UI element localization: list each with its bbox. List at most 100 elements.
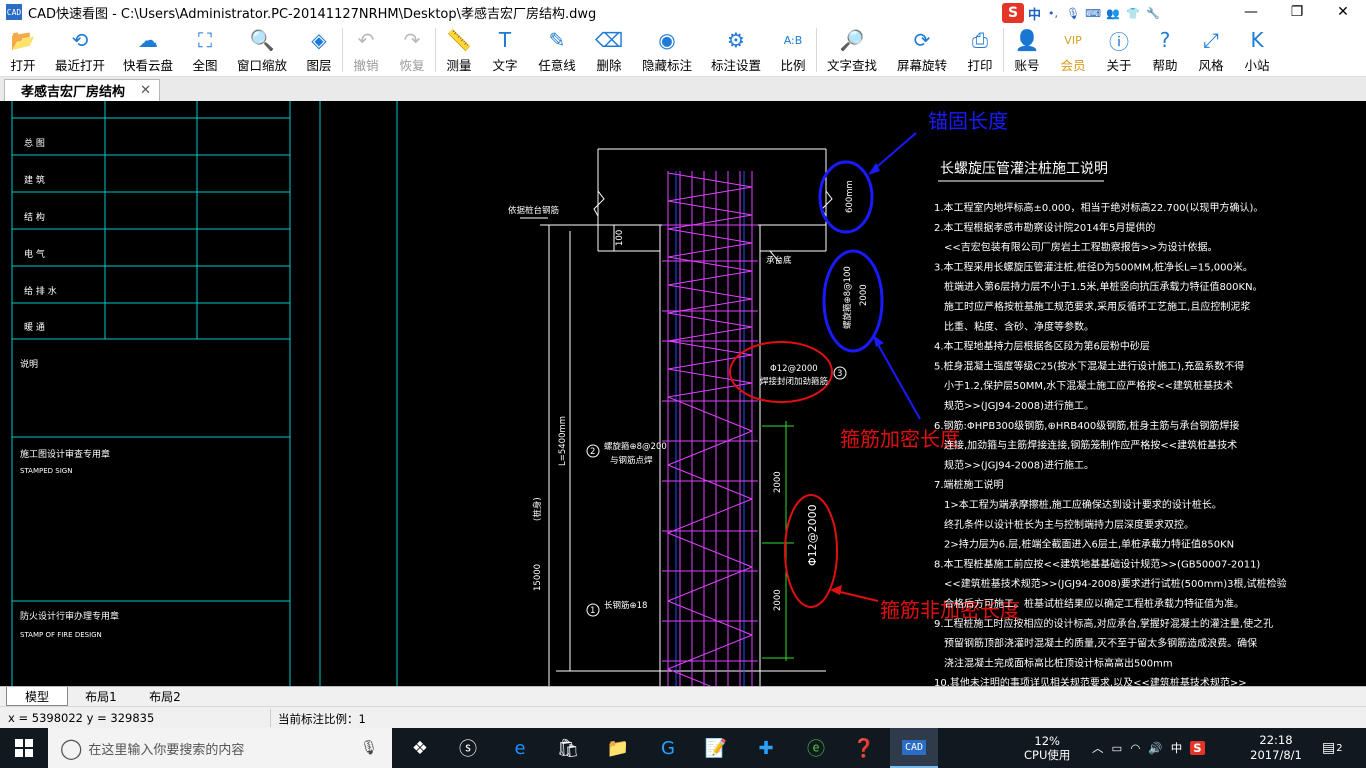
start-button[interactable] xyxy=(0,728,48,768)
notification-center[interactable]: ▤ 2 xyxy=(1322,728,1343,768)
spiral-stirrup xyxy=(667,284,753,300)
toolbar-button-15[interactable]: 🔎 文字查找 xyxy=(817,24,887,76)
minimize-button[interactable]: — xyxy=(1228,0,1274,24)
toolbar-label: 撤销 xyxy=(353,58,379,73)
chevron-up-icon[interactable]: ︿ xyxy=(1092,740,1104,756)
shirt-icon[interactable]: 👕 xyxy=(1125,6,1141,20)
user-group-icon[interactable]: 👥 xyxy=(1105,6,1121,20)
task-view-icon[interactable]: ❖ xyxy=(396,728,444,768)
section-labels: 依据桩台钢筋 承台底 600mm 100 螺旋箍⊕8@100 2000 Φ12@… xyxy=(508,180,869,617)
ime-toolbar[interactable]: S 中 •, 🎙 ⌨ 👥 👕 🔧 xyxy=(1002,2,1184,24)
ime-tray-label[interactable]: 中 xyxy=(1171,740,1183,756)
ime-language[interactable]: 中 xyxy=(1028,4,1041,23)
app-swirl-icon[interactable]: ⓢ xyxy=(444,728,492,768)
toolbar-label: 屏幕旋转 xyxy=(896,58,947,73)
toolbar-button-11[interactable]: ⌫ 删除 xyxy=(586,24,632,76)
dimension-lines xyxy=(762,421,794,661)
toolbar-button-6[interactable]: ↶ 撤销 xyxy=(343,24,389,76)
tab-layout1[interactable]: 布局1 xyxy=(70,687,132,706)
toolbar-label: 快看云盘 xyxy=(122,58,173,73)
toolbar-button-7[interactable]: ↷ 恢复 xyxy=(389,24,435,76)
toolbar-button-19[interactable]: VIP 会员 xyxy=(1050,24,1096,76)
toolbar-label: 账号 xyxy=(1014,58,1040,73)
spec-title: 长螺旋压管灌注桩施工说明 xyxy=(940,160,1108,177)
status-bar: x = 5398022 y = 329835 当前标注比例：1 xyxy=(0,706,1366,728)
zoom-window-icon: 🔍 xyxy=(249,28,275,52)
label-cap-bottom: 承台底 xyxy=(766,255,792,266)
store-icon[interactable]: 🛍 xyxy=(544,728,592,768)
app-plus-icon[interactable]: ✚ xyxy=(742,728,790,768)
toolbar-button-21[interactable]: ? 帮助 xyxy=(1142,24,1188,76)
tab-model[interactable]: 模型 xyxy=(6,687,68,706)
toolbar-button-5[interactable]: ◈ 图层 xyxy=(296,24,342,76)
user-icon: 👤 xyxy=(1014,28,1040,52)
cad-viewer-taskbar-icon[interactable]: CAD xyxy=(890,728,938,768)
label-c1: 1 xyxy=(590,606,595,616)
info-icon: ⓘ xyxy=(1109,29,1129,54)
wifi-icon[interactable]: ◠ xyxy=(1130,741,1140,755)
toolbar-button-17[interactable]: ⎙ 打印 xyxy=(957,24,1003,76)
ime-punct[interactable]: •, xyxy=(1045,6,1061,20)
spiral-stirrup xyxy=(667,228,753,244)
toolbar-button-0[interactable]: 📂 打开 xyxy=(0,24,46,76)
toolbar-button-3[interactable]: ⛶ 全图 xyxy=(182,24,228,76)
sogou-tray-icon[interactable]: S xyxy=(1190,741,1205,755)
spec-line: 6.钢筋:ΦHPB300级钢筋,⊕HRB400级钢筋,桩身主筋与承台钢筋焊接 xyxy=(934,419,1239,432)
network-icon[interactable]: ▭ xyxy=(1112,741,1123,755)
cpu-usage[interactable]: 12% CPU使用 xyxy=(1024,728,1070,768)
file-explorer-icon[interactable]: 📁 xyxy=(594,728,642,768)
toolbar-label: 任意线 xyxy=(538,58,576,73)
tab-close-icon[interactable]: ✕ xyxy=(140,83,151,98)
toolbar-button-22[interactable]: ⤢ 风格 xyxy=(1188,24,1234,76)
clock[interactable]: 22:18 2017/8/1 xyxy=(1246,728,1306,768)
toolbar-button-18[interactable]: 👤 账号 xyxy=(1004,24,1050,76)
microphone-icon[interactable]: 🎙 xyxy=(1065,6,1081,20)
toolbar-button-16[interactable]: ⟳ 屏幕旋转 xyxy=(887,24,957,76)
redo-icon: ↷ xyxy=(403,28,421,52)
toolbar-button-8[interactable]: 📏 测量 xyxy=(436,24,482,76)
toolbar-button-1[interactable]: ⟲ 最近打开 xyxy=(46,24,114,76)
toolbar-button-12[interactable]: ◉ 隐藏标注 xyxy=(632,24,702,76)
drawing-canvas[interactable]: 总 图 建 筑 结 构 电 气 给 排 水 暖 通 说明 施工图设计审查专用章 … xyxy=(0,101,1366,686)
spec-line: 7.端桩施工说明 xyxy=(934,478,1004,491)
tb-row-5: 暖 通 xyxy=(24,321,45,333)
sogou-logo-icon[interactable]: S xyxy=(1002,3,1024,23)
spiral-stirrup xyxy=(667,634,753,670)
taskbar-search[interactable]: ◯ 在这里输入你要搜索的内容 🎙 xyxy=(48,728,392,768)
toolbar-button-9[interactable]: T 文字 xyxy=(482,24,528,76)
windows-taskbar: ◯ 在这里输入你要搜索的内容 🎙 ❖ ⓢ e 🛍 📁 G 📝 ✚ ⓔ ❓ CAD… xyxy=(0,728,1366,768)
close-button[interactable]: ✕ xyxy=(1320,0,1366,24)
app-help-icon[interactable]: ❓ xyxy=(840,728,888,768)
site-icon: K xyxy=(1250,28,1264,52)
label-dim-2000c: 2000 xyxy=(773,589,783,611)
toolbar-button-20[interactable]: ⓘ 关于 xyxy=(1096,24,1142,76)
app-g-icon[interactable]: G xyxy=(644,728,692,768)
help-icon: ? xyxy=(1159,28,1171,52)
wrench-icon[interactable]: 🔧 xyxy=(1145,6,1161,20)
volume-icon[interactable]: 🔊 xyxy=(1148,741,1162,755)
document-tab-label: 孝感吉宏厂房结构 xyxy=(21,85,126,100)
tb-row-0: 总 图 xyxy=(24,137,45,149)
toolbar-button-14[interactable]: A:B 比例 xyxy=(770,24,816,76)
toolbar-button-2[interactable]: ☁ 快看云盘 xyxy=(114,24,182,76)
edge-icon[interactable]: e xyxy=(496,728,544,768)
spec-line: 2>持力层为6.层,桩端全截面进入6层土,单桩承载力特征值850KN xyxy=(944,538,1234,551)
toolbar-label: 小站 xyxy=(1244,58,1270,73)
toolbar-button-23[interactable]: K 小站 xyxy=(1234,24,1280,76)
maximize-button[interactable]: ❐ xyxy=(1274,0,1320,24)
toolbar-button-10[interactable]: ✎ 任意线 xyxy=(528,24,586,76)
toolbar-label: 风格 xyxy=(1198,58,1224,73)
keyboard-icon[interactable]: ⌨ xyxy=(1085,6,1101,20)
notepad-icon[interactable]: 📝 xyxy=(692,728,740,768)
tab-layout2[interactable]: 布局2 xyxy=(134,687,196,706)
app-e-icon[interactable]: ⓔ xyxy=(792,728,840,768)
toolbar-button-13[interactable]: ⚙ 标注设置 xyxy=(702,24,770,76)
toolbar-button-4[interactable]: 🔍 窗口缩放 xyxy=(228,24,296,76)
toolbar-label: 帮助 xyxy=(1152,58,1178,73)
spiral-stirrup xyxy=(667,532,753,568)
spiral-stirrup xyxy=(667,340,753,356)
spec-line: <<吉宏包装有限公司厂房岩土工程勘察报告>>为设计依据。 xyxy=(944,241,1218,254)
callout-arrows xyxy=(830,132,921,602)
document-tab[interactable]: 孝感吉宏厂房结构 ✕ xyxy=(4,79,160,101)
microphone-icon[interactable]: 🎙 xyxy=(360,740,378,756)
